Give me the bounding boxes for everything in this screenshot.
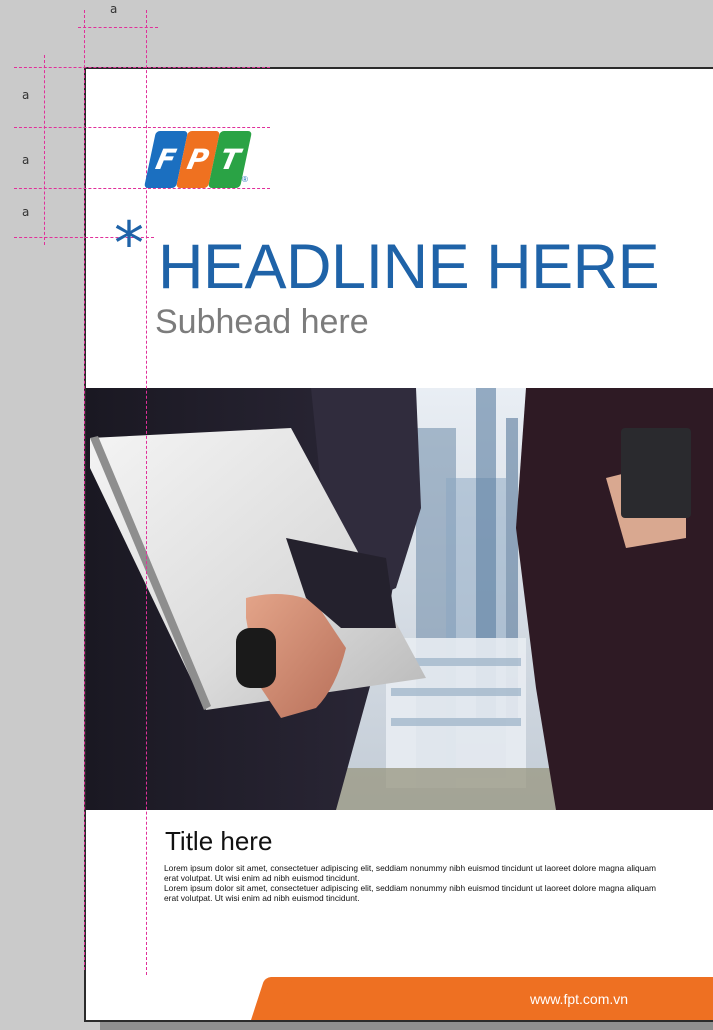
guide-horizontal-2 [14, 127, 270, 128]
content-title: Title here [165, 826, 273, 856]
hero-photo [86, 388, 713, 810]
body-paragraph: Lorem ipsum dolor sit amet, consectetuer… [164, 863, 656, 883]
business-people-photo [86, 388, 713, 810]
guide-label-3: a [22, 205, 30, 219]
body-paragraph: Lorem ipsum dolor sit amet, consectetuer… [164, 883, 656, 903]
guide-horizontal-1 [14, 67, 270, 68]
footer-url[interactable]: www.fpt.com.vn [530, 991, 628, 1007]
body-text: Lorem ipsum dolor sit amet, consectetuer… [164, 863, 656, 903]
fpt-logo: F P T ® [143, 131, 256, 188]
headline: HEADLINE HERE [158, 232, 660, 302]
asterisk-mark: * [114, 209, 144, 279]
registered-mark: ® [242, 175, 248, 184]
guide-horizontal-3 [14, 188, 270, 189]
guide-label-top: a [110, 2, 118, 16]
footer-band [272, 977, 713, 1020]
subhead: Subhead here [155, 303, 369, 341]
guide-vertical-left [84, 10, 85, 970]
guide-label-2: a [22, 153, 30, 167]
guide-label-1: a [22, 88, 30, 102]
guide-vertical-measure [44, 55, 45, 245]
guide-horizontal-top [78, 27, 158, 28]
